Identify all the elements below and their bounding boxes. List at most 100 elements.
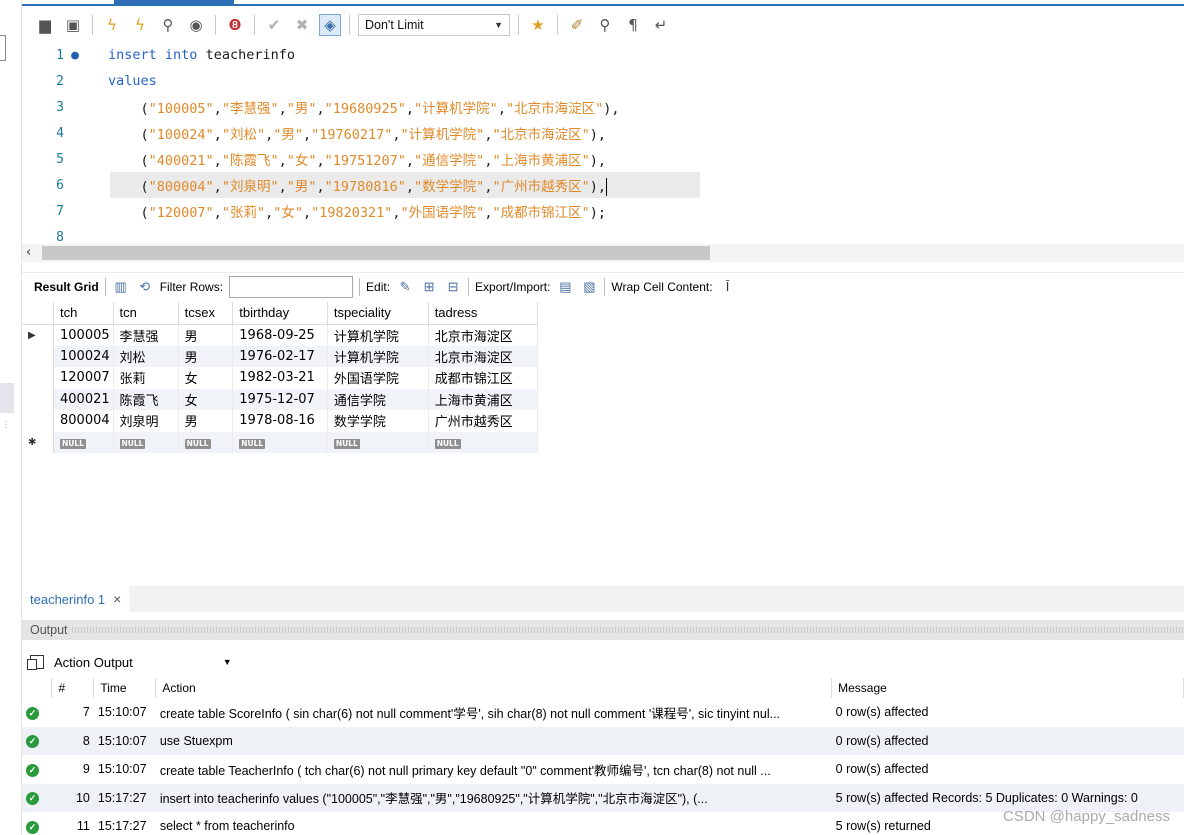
grid-cell[interactable]: 通信学院 [327, 388, 429, 410]
null-cell[interactable]: NULL [327, 431, 429, 453]
grid-cell[interactable]: 1976-02-17 [232, 345, 328, 367]
wrap-cell-toggle-icon[interactable]: Ī [719, 278, 737, 296]
grid-view-icon[interactable]: ▥ [112, 278, 130, 296]
row-limit-select[interactable]: Don't Limit ▼ [358, 14, 510, 36]
grid-cell[interactable]: 120007 [53, 367, 114, 389]
scroll-left-icon[interactable]: ‹ [26, 244, 31, 262]
close-icon[interactable]: × [113, 591, 121, 607]
column-header-tbirthday[interactable]: tbirthday [232, 302, 328, 325]
grid-cell[interactable]: 成都市锦江区 [428, 367, 539, 389]
output-row[interactable]: ✓ 8 15:10:07 use Stuexpm 0 row(s) affected [22, 726, 1184, 755]
code-line[interactable]: 5 ("400021","陈霞飞","女","19751207","通信学院",… [22, 146, 1184, 172]
grid-cell[interactable]: 李慧强 [113, 324, 179, 346]
current-row-arrow-icon[interactable]: ▶ [22, 324, 55, 346]
column-header-tspeciality[interactable]: tspeciality [327, 302, 429, 325]
grid-cell[interactable]: 男 [178, 410, 234, 432]
insert-row-icon[interactable]: ⊞ [420, 278, 438, 296]
stop-icon[interactable]: ◉ [185, 14, 207, 36]
code-line[interactable]: 1 ● insert into teacherinfo [22, 42, 1184, 68]
column-header-tadress[interactable]: tadress [428, 302, 539, 325]
refresh-icon[interactable]: ⟲ [136, 278, 154, 296]
column-header-tcn[interactable]: tcn [113, 302, 179, 325]
code-line[interactable]: 6 ("800004","刘泉明","男","19780816","数学学院",… [22, 172, 1184, 198]
code-line[interactable]: 4 ("100024","刘松","男","19760217","计算机学院",… [22, 120, 1184, 146]
null-cell[interactable]: NULL [178, 431, 234, 453]
code-line[interactable]: 2 values [22, 68, 1184, 94]
grid-cell[interactable]: 计算机学院 [327, 324, 429, 346]
execute-lightning-icon[interactable]: ϟ [101, 14, 123, 36]
null-cell[interactable]: NULL [428, 431, 539, 453]
grid-cell[interactable]: 100024 [53, 345, 114, 367]
column-header-tch[interactable]: tch [53, 302, 114, 325]
explain-magnifier-icon[interactable]: ⚲ [157, 14, 179, 36]
export-icon[interactable]: ▤ [556, 278, 574, 296]
action-column-header[interactable]: Action [155, 678, 833, 698]
grid-cell[interactable]: 陈霞飞 [113, 388, 179, 410]
beautify-brush-icon[interactable]: ✐ [566, 14, 588, 36]
panel-edge-tab[interactable] [0, 35, 6, 61]
splitter-grip[interactable]: ⋮ [2, 420, 12, 430]
grid-cell[interactable]: 张莉 [113, 367, 179, 389]
find-replace-icon[interactable]: ⚲ [594, 14, 616, 36]
row-marker[interactable] [22, 388, 55, 410]
grid-cell[interactable]: 数学学院 [327, 410, 429, 432]
grid-cell[interactable]: 1982-03-21 [232, 367, 328, 389]
active-query-tab[interactable] [114, 0, 234, 6]
result-grid[interactable]: tch tcn tcsex tbirthday tspeciality tadress ▶… [22, 302, 539, 453]
table-row[interactable]: 100024 刘松男 1976-02-17 计算机学院 北京市海淀区 [22, 345, 539, 367]
grid-cell[interactable]: 北京市海淀区 [428, 345, 539, 367]
row-marker[interactable] [22, 367, 55, 389]
code-line[interactable]: 8 [22, 224, 1184, 243]
delete-row-icon[interactable]: ⊟ [444, 278, 462, 296]
rollback-icon[interactable]: ✖ [291, 14, 313, 36]
table-row[interactable]: 400021 陈霞飞女 1975-12-07 通信学院 上海市黄浦区 [22, 388, 539, 410]
grid-cell[interactable]: 1968-09-25 [232, 324, 328, 346]
time-column-header[interactable]: Time [93, 678, 157, 698]
grid-cell[interactable]: 1975-12-07 [232, 388, 328, 410]
filter-rows-input[interactable] [229, 275, 354, 298]
table-row[interactable]: ▶ 100005 李慧强男 1968-09-25 计算机学院 北京市海淀区 [22, 324, 539, 346]
save-icon[interactable]: ▣ [62, 14, 84, 36]
output-row[interactable]: ✓ 7 15:10:07 create table ScoreInfo ( sin c… [22, 698, 1184, 727]
execute-current-icon[interactable]: ϟ [129, 14, 151, 36]
grid-cell[interactable]: 女 [178, 388, 234, 410]
grid-cell[interactable]: 计算机学院 [327, 345, 429, 367]
null-cell[interactable]: NULL [232, 431, 328, 453]
row-marker[interactable] [22, 345, 55, 367]
output-type-select[interactable]: Action Output ▼ [22, 650, 322, 674]
new-row-asterisk-icon[interactable]: ✱ [22, 431, 55, 453]
null-cell[interactable]: NULL [113, 431, 179, 453]
null-cell[interactable]: NULL [53, 431, 114, 453]
grid-cell[interactable]: 外国语学院 [327, 367, 429, 389]
code-line[interactable]: 3 ("100005","李慧强","男","19680925","计算机学院"… [22, 94, 1184, 120]
grid-cell[interactable]: 男 [178, 345, 234, 367]
editor-horizontal-scrollbar[interactable]: ‹ [22, 244, 1184, 262]
commit-icon[interactable]: ✔ [263, 14, 285, 36]
scrollbar-thumb[interactable] [42, 246, 710, 260]
table-row[interactable]: 800004 刘泉明男 1978-08-16 数学学院 广州市越秀区 [22, 410, 539, 432]
grid-cell[interactable]: 100005 [53, 324, 114, 346]
grid-cell[interactable]: 刘松 [113, 345, 179, 367]
grid-cell[interactable]: 400021 [53, 388, 114, 410]
index-column-header[interactable]: # [51, 678, 95, 698]
table-row[interactable]: 120007 张莉女 1982-03-21 外国语学院 成都市锦江区 [22, 367, 539, 389]
message-column-header[interactable]: Message [831, 678, 1184, 698]
invisible-chars-icon[interactable]: ¶ [622, 14, 644, 36]
grid-cell[interactable]: 广州市越秀区 [428, 410, 539, 432]
copy-icon[interactable] [27, 655, 44, 670]
column-header-tcsex[interactable]: tcsex [178, 302, 234, 325]
edit-row-icon[interactable]: ✎ [396, 278, 414, 296]
grid-cell[interactable]: 女 [178, 367, 234, 389]
open-folder-icon[interactable]: ▆ [34, 14, 56, 36]
sql-editor[interactable]: 1 ● insert into teacherinfo 2 values 3 ("1000… [22, 42, 1184, 242]
result-grid-tab[interactable]: Result Grid [34, 280, 99, 294]
tab-teacherinfo-1[interactable]: teacherinfo 1 × [22, 586, 130, 612]
grid-cell[interactable]: 800004 [53, 410, 114, 432]
error-toggle-icon[interactable]: ❽ [224, 14, 246, 36]
import-icon[interactable]: ▧ [580, 278, 598, 296]
autocommit-toggle-icon[interactable]: ◈ [319, 14, 341, 36]
output-row[interactable]: ✓ 9 15:10:07 create table TeacherInfo ( tch… [22, 755, 1184, 784]
grid-cell[interactable]: 刘泉明 [113, 410, 179, 432]
new-row[interactable]: ✱ NULL NULL NULL NULL NULL NULL [22, 431, 539, 453]
grid-cell[interactable]: 1978-08-16 [232, 410, 328, 432]
